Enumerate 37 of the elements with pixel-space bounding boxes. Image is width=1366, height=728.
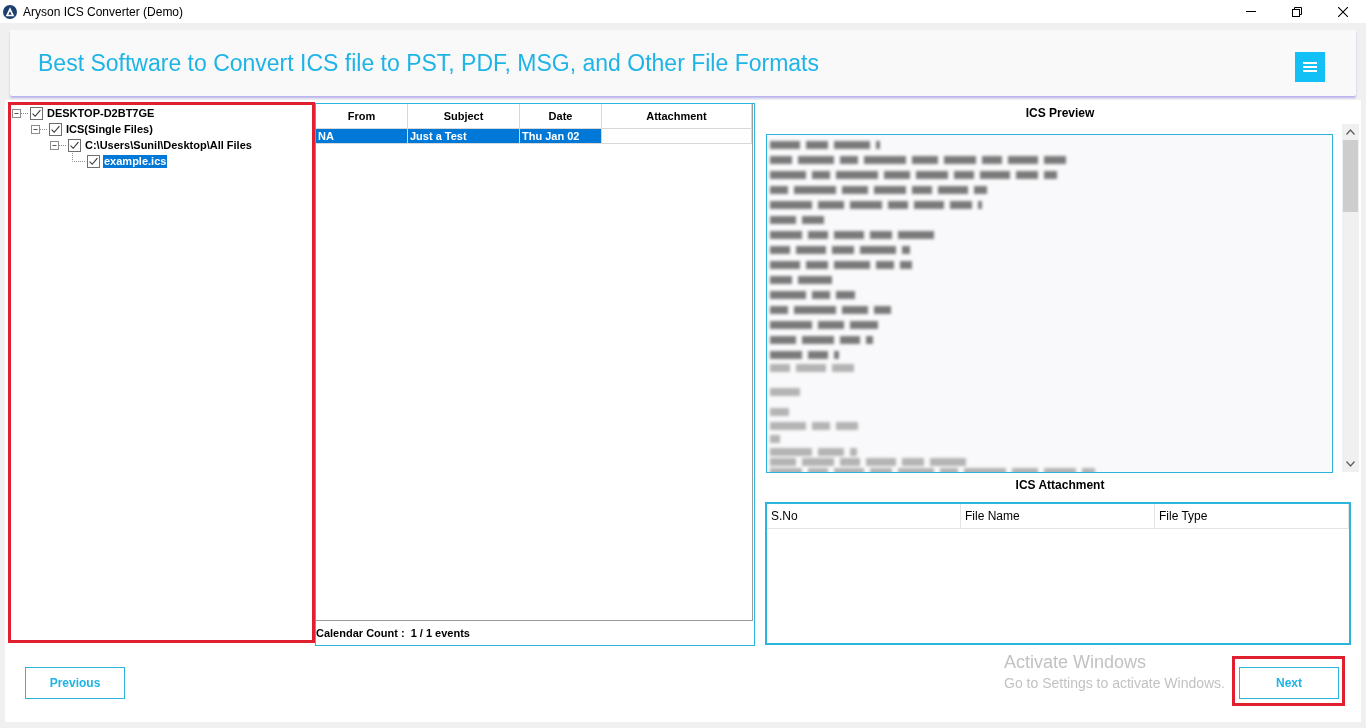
restore-icon [1292,6,1302,17]
tree-item[interactable]: ICS(Single Files) [65,122,154,136]
tree-connector [72,153,86,162]
checkbox[interactable] [87,154,100,168]
column-header[interactable]: File Name [961,504,1155,528]
scrollbar-thumb[interactable] [1343,140,1358,212]
tree-item[interactable]: C:\Users\Sunil\Desktop\All Files [84,138,253,152]
calendar-count-label: Calendar Count : [316,627,405,639]
vertical-scrollbar[interactable] [1342,124,1359,472]
checkbox[interactable] [68,138,81,152]
table-cell[interactable]: Just a Test [408,129,520,144]
section-title: ICS Attachment [1015,477,1105,494]
tree-item[interactable]: DESKTOP-D2BT7GE [46,106,156,120]
banner-title: Best Software to Convert ICS file to PST, PDF, MSG, and Other File Formats [38,49,820,77]
menu-icon [1303,62,1317,72]
tree-item[interactable]: example.ics [103,154,168,168]
window-title: Aryson ICS Converter (Demo) [23,4,184,19]
menu-button[interactable] [1295,52,1325,82]
activation-title: Activate Windows [1004,651,1148,673]
close-icon [1338,6,1348,17]
chevron-down-icon[interactable] [1346,461,1355,467]
activation-text: Go to Settings to activate Windows. [1004,674,1225,693]
table-cell[interactable]: NA [316,129,408,144]
minimize-icon [1246,11,1256,12]
table-cell[interactable]: Thu Jan 02 [520,129,602,144]
column-header[interactable]: S.No [767,504,961,528]
chevron-up-icon[interactable] [1346,129,1355,135]
column-header[interactable]: File Type [1155,504,1349,528]
checkbox[interactable] [49,122,62,136]
column-header[interactable]: Attachment [602,104,752,128]
app-icon [3,4,17,19]
column-header[interactable]: Date [520,104,602,128]
column-header[interactable]: Subject [408,104,520,128]
calendar-count-value: 1 / 1 events [410,627,470,639]
column-header[interactable]: From [316,104,408,128]
checkbox[interactable] [30,106,43,120]
section-title: ICS Preview [1025,105,1095,122]
